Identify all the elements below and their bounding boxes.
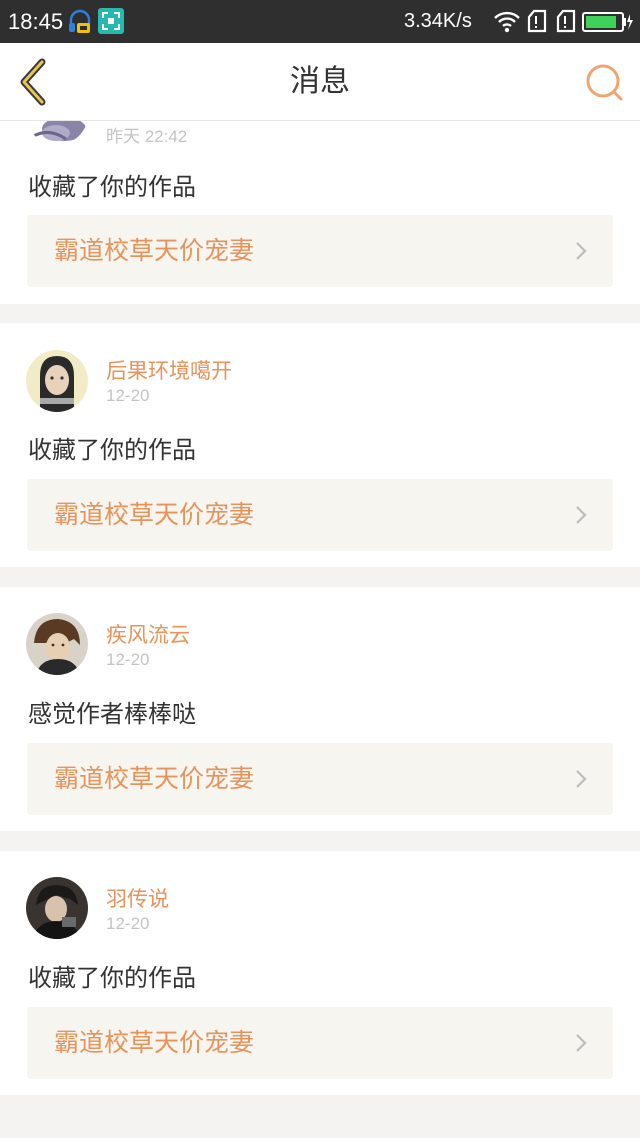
search-button[interactable]	[584, 61, 626, 103]
message-time: 12-20	[106, 650, 150, 669]
wifi-icon	[493, 9, 521, 37]
message-card: 昨天 22:42 收藏了你的作品 霸道校草天价宠妻	[0, 121, 640, 304]
status-time: 18:45	[8, 9, 64, 34]
work-link[interactable]: 霸道校草天价宠妻	[27, 479, 613, 551]
message-time: 昨天 22:42	[106, 127, 188, 146]
message-card: 羽传说 12-20 收藏了你的作品 霸道校草天价宠妻	[0, 851, 640, 1095]
message-text: 收藏了你的作品	[28, 964, 196, 992]
message-time: 12-20	[106, 386, 150, 405]
message-text: 感觉作者棒棒哒	[28, 700, 196, 728]
work-title: 霸道校草天价宠妻	[54, 500, 255, 529]
avatar[interactable]	[26, 350, 88, 412]
signal-icon	[555, 9, 577, 37]
username[interactable]: 后果环境噶开	[106, 355, 232, 385]
network-speed: 3.34K/s	[404, 10, 472, 32]
username[interactable]: 羽传说	[106, 883, 169, 913]
work-title: 霸道校草天价宠妻	[54, 236, 255, 265]
status-bar: 18:45 3.34K/s	[0, 0, 640, 43]
username[interactable]: 疾风流云	[106, 619, 190, 649]
work-link[interactable]: 霸道校草天价宠妻	[27, 743, 613, 815]
message-text: 收藏了你的作品	[28, 436, 196, 464]
work-link[interactable]: 霸道校草天价宠妻	[27, 215, 613, 287]
chevron-right-icon	[575, 1033, 587, 1057]
chevron-right-icon	[575, 241, 587, 265]
chevron-right-icon	[575, 769, 587, 793]
avatar[interactable]	[26, 877, 88, 939]
headset-app-icon	[68, 9, 92, 39]
work-title: 霸道校草天价宠妻	[54, 764, 255, 793]
screenshot-app-icon	[98, 8, 124, 38]
message-time: 12-20	[106, 914, 150, 933]
avatar[interactable]	[26, 613, 88, 675]
chevron-right-icon	[575, 505, 587, 529]
avatar[interactable]	[26, 121, 88, 145]
top-navigation-bar: 消息	[0, 43, 640, 121]
search-icon	[586, 64, 623, 101]
message-card: 后果环境噶开 12-20 收藏了你的作品 霸道校草天价宠妻	[0, 323, 640, 567]
message-card: 疾风流云 12-20 感觉作者棒棒哒 霸道校草天价宠妻	[0, 587, 640, 831]
battery-icon	[582, 11, 634, 37]
message-text: 收藏了你的作品	[28, 173, 196, 201]
message-list: 昨天 22:42 收藏了你的作品 霸道校草天价宠妻 后果环境噶开 12-20 收…	[0, 121, 640, 1138]
page-title: 消息	[290, 64, 350, 99]
signal-icon	[526, 9, 548, 37]
work-title: 霸道校草天价宠妻	[54, 1028, 255, 1057]
work-link[interactable]: 霸道校草天价宠妻	[27, 1007, 613, 1079]
